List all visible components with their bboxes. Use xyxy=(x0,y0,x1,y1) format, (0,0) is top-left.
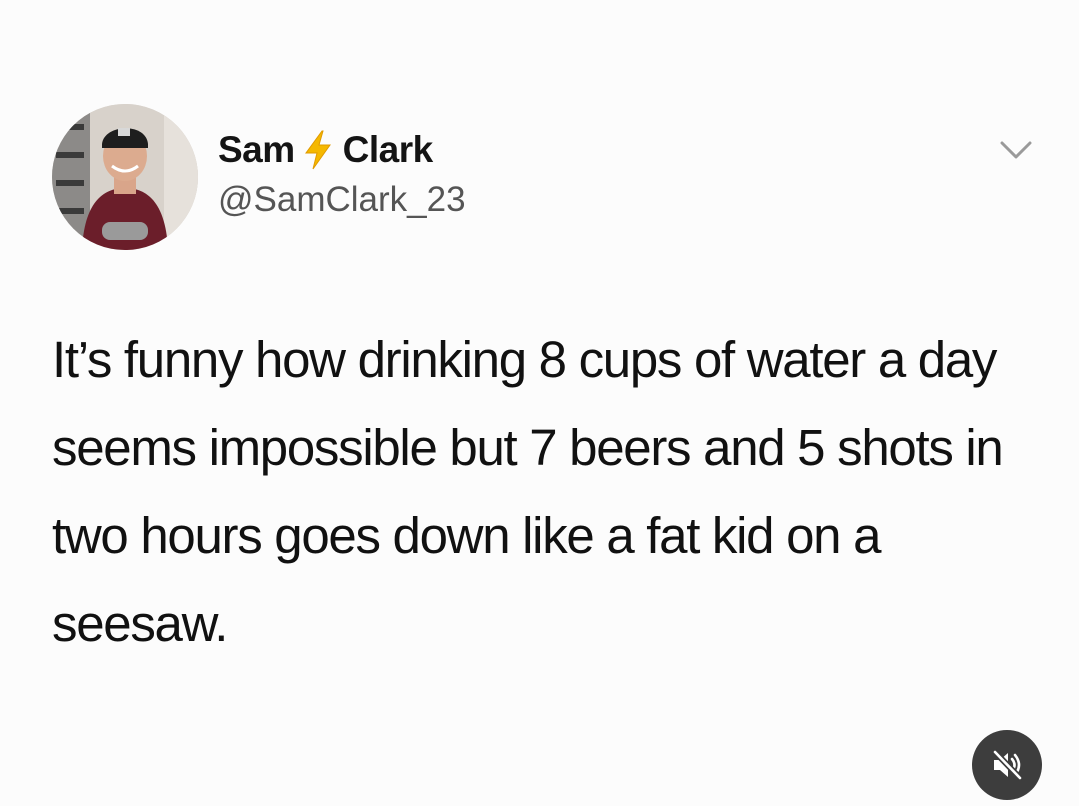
mute-button[interactable] xyxy=(972,730,1042,800)
tweet-card: Sam Clark @SamClark_23 It’s funny how dr… xyxy=(0,0,1079,806)
avatar[interactable] xyxy=(52,104,198,250)
display-name-last: Clark xyxy=(342,129,434,170)
chevron-down-icon[interactable] xyxy=(998,138,1034,162)
tweet-text: It’s funny how drinking 8 cups of water … xyxy=(52,331,1004,652)
display-name[interactable]: Sam Clark xyxy=(218,128,433,172)
user-handle[interactable]: @SamClark_23 xyxy=(218,180,466,220)
volume-muted-icon xyxy=(992,749,1023,781)
avatar-photo xyxy=(52,104,198,250)
display-name-first: Sam xyxy=(218,129,295,170)
lightning-bolt-icon xyxy=(301,130,335,170)
